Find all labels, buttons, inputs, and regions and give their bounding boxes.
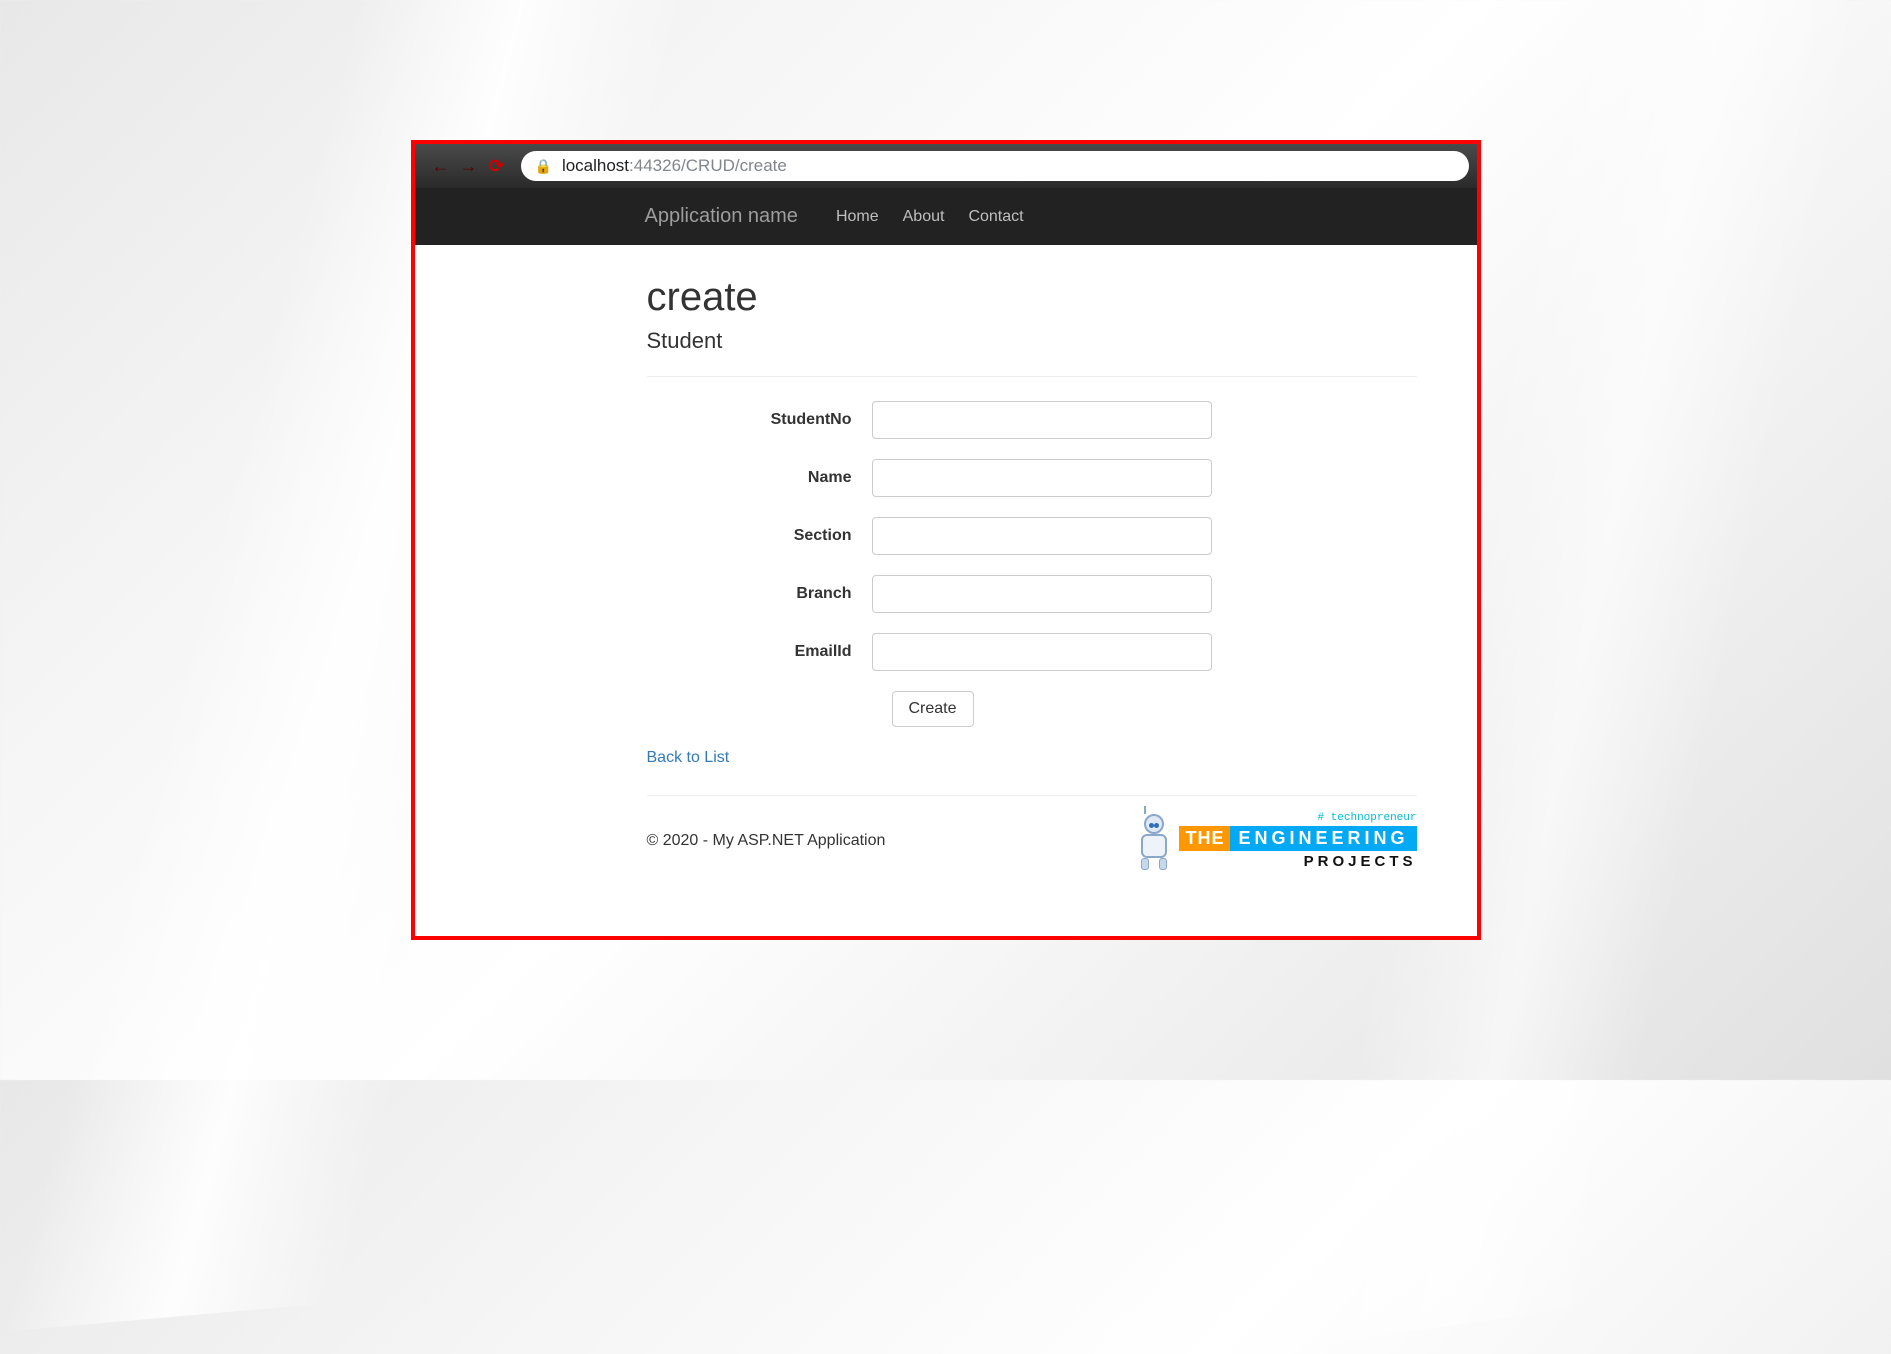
nav-link-home[interactable]: Home bbox=[836, 208, 879, 226]
reload-icon[interactable]: ⟳ bbox=[485, 154, 509, 178]
browser-nav-buttons: ← → ⟳ bbox=[423, 154, 515, 178]
label-studentno: StudentNo bbox=[647, 411, 872, 429]
page-title: create bbox=[647, 275, 1417, 320]
label-section: Section bbox=[647, 527, 872, 545]
address-bar[interactable]: 🔒 localhost:44326/CRUD/create bbox=[521, 151, 1469, 181]
url-path: :44326/CRUD/create bbox=[629, 156, 787, 175]
logo-tagline: # technopreneur bbox=[1317, 812, 1416, 824]
url-host: localhost bbox=[562, 156, 629, 175]
navbar: Application name Home About Contact bbox=[415, 188, 1477, 245]
forward-icon[interactable]: → bbox=[457, 154, 481, 178]
back-to-list-link[interactable]: Back to List bbox=[647, 749, 730, 766]
logo-part-engineering: ENGINEERING bbox=[1230, 826, 1416, 851]
form-row-branch: Branch bbox=[647, 575, 1417, 613]
input-emailid[interactable] bbox=[872, 633, 1212, 671]
page-subtitle: Student bbox=[647, 328, 1417, 354]
page-content: create Student StudentNo Name Section Br… bbox=[415, 245, 1477, 890]
footer-divider bbox=[647, 795, 1417, 796]
input-branch[interactable] bbox=[872, 575, 1212, 613]
nav-link-contact[interactable]: Contact bbox=[968, 208, 1023, 226]
label-name: Name bbox=[647, 469, 872, 487]
label-branch: Branch bbox=[647, 585, 872, 603]
divider bbox=[647, 376, 1417, 377]
form-row-section: Section bbox=[647, 517, 1417, 555]
submit-row: Create bbox=[647, 691, 1417, 727]
form-row-emailid: EmailId bbox=[647, 633, 1417, 671]
site-logo: # technopreneur THE ENGINEERING PROJECTS bbox=[1135, 812, 1416, 870]
input-studentno[interactable] bbox=[872, 401, 1212, 439]
url-text: localhost:44326/CRUD/create bbox=[562, 156, 787, 176]
back-icon[interactable]: ← bbox=[429, 154, 453, 178]
form-row-studentno: StudentNo bbox=[647, 401, 1417, 439]
input-name[interactable] bbox=[872, 459, 1212, 497]
input-section[interactable] bbox=[872, 517, 1212, 555]
copyright-text: © 2020 - My ASP.NET Application bbox=[647, 832, 886, 850]
navbar-brand[interactable]: Application name bbox=[645, 205, 798, 228]
logo-text: # technopreneur THE ENGINEERING PROJECTS bbox=[1179, 812, 1416, 870]
create-button[interactable]: Create bbox=[892, 691, 974, 727]
browser-toolbar: ← → ⟳ 🔒 localhost:44326/CRUD/create bbox=[415, 144, 1477, 188]
form-row-name: Name bbox=[647, 459, 1417, 497]
logo-part-projects: PROJECTS bbox=[1304, 853, 1417, 870]
lock-icon: 🔒 bbox=[535, 158, 552, 175]
label-emailid: EmailId bbox=[647, 643, 872, 661]
nav-link-about[interactable]: About bbox=[903, 208, 945, 226]
logo-part-the: THE bbox=[1179, 826, 1230, 851]
robot-icon bbox=[1135, 814, 1173, 870]
footer: © 2020 - My ASP.NET Application # techno… bbox=[647, 812, 1417, 870]
app-frame: ← → ⟳ 🔒 localhost:44326/CRUD/create Appl… bbox=[411, 140, 1481, 940]
